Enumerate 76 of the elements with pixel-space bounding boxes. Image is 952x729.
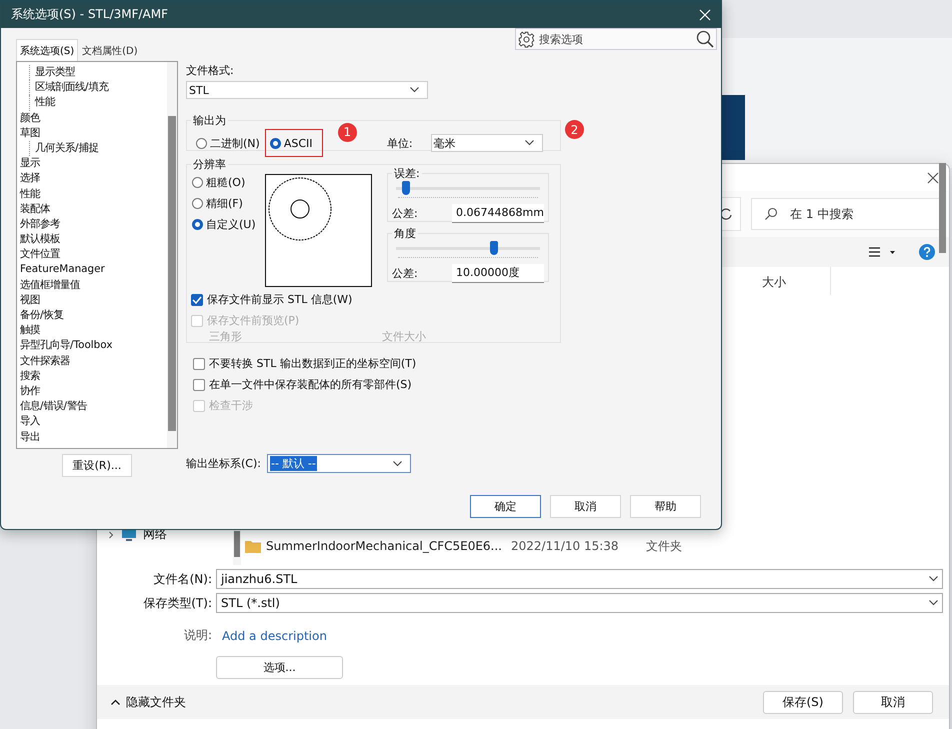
tab[interactable]: 系统选项(S) xyxy=(16,39,78,61)
tolerance-field[interactable]: 10.00000度 xyxy=(452,264,544,283)
group-title: 分辨率 xyxy=(192,157,227,172)
group-title: 误差: xyxy=(393,166,421,181)
dialog-button[interactable]: 取消 xyxy=(550,495,621,518)
checkbox-option[interactable]: 不要转换 STL 输出数据到正的坐标空间(T) xyxy=(193,355,561,372)
radio-option[interactable]: 自定义(U) xyxy=(191,214,263,235)
column-header[interactable]: 大小 xyxy=(758,267,831,295)
tree-item[interactable]: 触摸 xyxy=(20,323,164,338)
tree-item[interactable]: 选值框增量值 xyxy=(20,278,164,293)
tree-item[interactable]: 草图 xyxy=(20,126,164,141)
tree-item[interactable]: 显示 xyxy=(20,156,164,172)
tree-item[interactable]: 异型孔向导/Toolbox xyxy=(20,338,164,354)
save-type-label: 保存类型(T): xyxy=(142,594,212,612)
tree-item[interactable]: 装配体 xyxy=(20,202,164,217)
tree-item[interactable]: 显示类型 xyxy=(29,65,164,80)
radio-option[interactable]: ASCII xyxy=(264,129,323,157)
tree-item[interactable]: 几何关系/捕捉 xyxy=(29,140,164,156)
dialog-button[interactable]: 取消 xyxy=(853,690,933,714)
file-format-dropdown[interactable]: STL xyxy=(186,81,428,99)
file-date: 2022/11/10 15:38 xyxy=(511,539,620,553)
number-badge: 1 xyxy=(338,122,357,142)
file-name[interactable]: SummerIndoorMechanical_CFC5E0E6... xyxy=(266,539,511,553)
tree-item[interactable]: 信息/错误/警告 xyxy=(20,399,164,414)
tolerance-label: 公差: xyxy=(392,266,418,281)
unit-label: 单位: xyxy=(386,136,413,150)
triangles-label: 三角形 xyxy=(209,329,242,344)
tolerance-field[interactable]: 0.06744868mm xyxy=(452,204,544,223)
save-type-dropdown[interactable]: STL (*.stl) xyxy=(216,593,943,613)
unit-dropdown[interactable]: 毫米 xyxy=(430,134,543,152)
tab[interactable]: 文档属性(D) xyxy=(78,39,142,61)
dialog-button[interactable]: 帮助 xyxy=(630,495,701,518)
tree-item[interactable]: 视图 xyxy=(20,292,164,308)
options-button[interactable]: 选项... xyxy=(216,656,343,679)
description-link[interactable]: Add a description xyxy=(222,628,943,642)
tree-item[interactable]: 协作 xyxy=(20,384,164,400)
coordinate-system-label: 输出坐标系(C): xyxy=(186,456,261,471)
window-title: 系统选项(S) - STL/3MF/AMF xyxy=(11,6,168,23)
tree-item[interactable]: 导出 xyxy=(20,430,164,445)
checkbox-option[interactable]: 在单一文件中保存装配体的所有零部件(S) xyxy=(193,376,561,393)
number-badge: 2 xyxy=(565,120,584,139)
tolerance-label: 公差: xyxy=(392,206,418,221)
description-label: 说明: xyxy=(182,627,212,644)
tree-item[interactable]: 文件探索器 xyxy=(20,354,164,369)
tree-item[interactable]: 默认模板 xyxy=(20,232,164,248)
dialog-button[interactable]: 确定 xyxy=(470,495,541,518)
radio-option[interactable]: 粗糙(O) xyxy=(191,172,263,193)
checkbox-option[interactable]: 保存文件前显示 STL 信息(W) xyxy=(191,291,556,308)
tree-item[interactable]: 备份/恢复 xyxy=(20,308,164,324)
tree-item[interactable]: 颜色 xyxy=(20,110,164,126)
dialog-button[interactable]: 保存(S) xyxy=(763,690,843,714)
tree-item[interactable]: 搜索 xyxy=(20,368,164,384)
tree-item[interactable]: 导入 xyxy=(20,414,164,430)
search-field[interactable]: 在 1 中搜索 xyxy=(788,206,922,222)
search-bar[interactable]: 搜索选项 xyxy=(515,28,717,50)
tree-item[interactable]: 区域剖面线/填充 xyxy=(29,80,164,96)
tree-item[interactable]: 外部参考 xyxy=(20,216,164,232)
group-title: 输出为 xyxy=(192,113,227,128)
tree-item[interactable]: FeatureManager xyxy=(20,262,164,278)
file-size-label: 文件大小 xyxy=(382,329,426,344)
reset-button[interactable]: 重设(R)... xyxy=(62,454,132,477)
group-title: 角度 xyxy=(393,226,417,241)
hide-folders-toggle[interactable]: 隐藏文件夹 xyxy=(105,692,192,712)
file-name-label: 文件名(N): xyxy=(152,570,212,588)
file-type: 文件夹 xyxy=(646,538,683,554)
search-field[interactable]: 搜索选项 xyxy=(537,32,694,46)
radio-option[interactable]: 精细(F) xyxy=(191,193,263,214)
tree-item[interactable]: 文件位置 xyxy=(20,247,164,262)
radio-option[interactable]: 二进制(N) xyxy=(191,129,265,157)
tree-item[interactable]: 性能 xyxy=(29,95,164,111)
search-bar[interactable]: 在 1 中搜索 xyxy=(751,198,941,230)
coordinate-system-dropdown[interactable]: -- 默认 -- xyxy=(266,454,411,473)
file-name-field[interactable]: jianzhu6.STL xyxy=(216,569,943,589)
file-format-label: 文件格式: xyxy=(186,63,235,78)
tree-item[interactable]: 性能 xyxy=(20,186,164,202)
tree-item[interactable]: 选择 xyxy=(20,171,164,186)
